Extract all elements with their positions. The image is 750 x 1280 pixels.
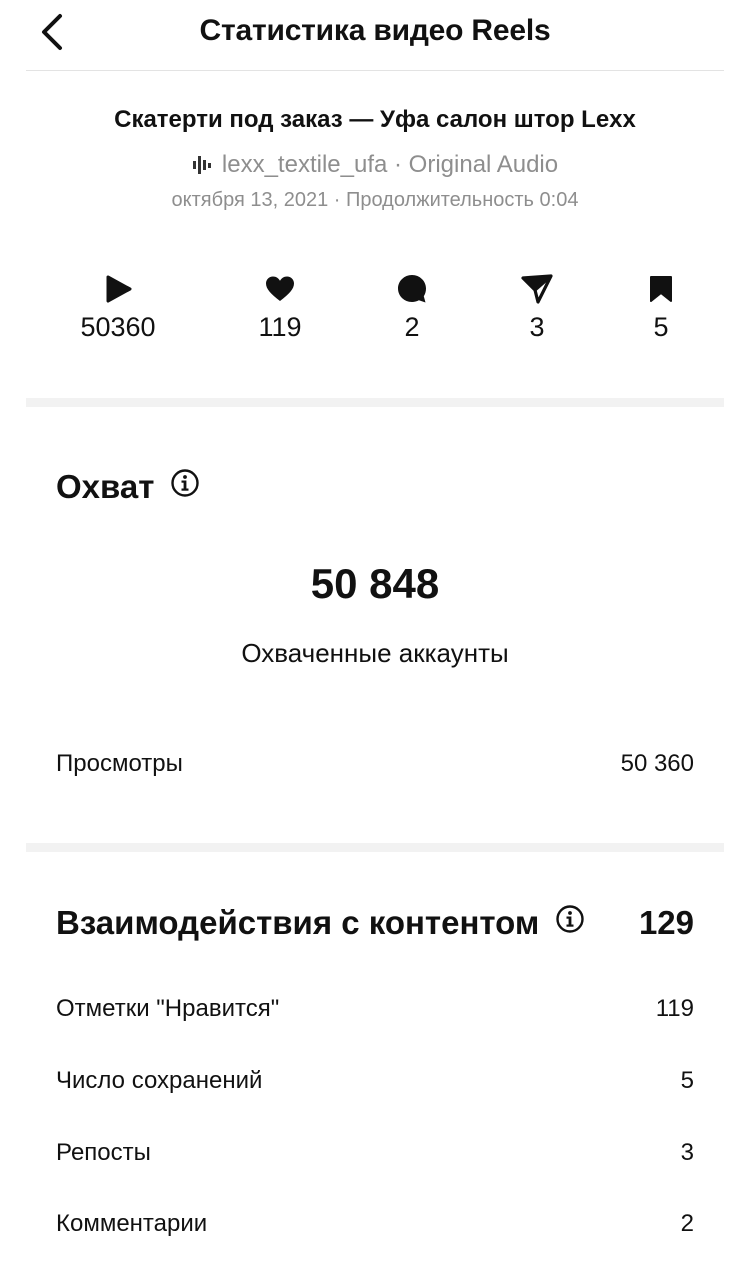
section-divider bbox=[26, 398, 724, 407]
views-row: Просмотры 50 360 bbox=[56, 750, 694, 778]
interaction-value: 5 bbox=[680, 1067, 694, 1094]
interaction-value: 2 bbox=[680, 1210, 694, 1237]
stat-comments: 2 bbox=[352, 272, 472, 343]
reach-heading-label: Охват bbox=[56, 468, 155, 505]
interactions-total: 129 bbox=[638, 904, 694, 941]
reel-meta: октября 13, 2021 · Продолжительность 0:0… bbox=[171, 189, 579, 211]
interaction-label: Число сохранений bbox=[56, 1067, 263, 1094]
views-value: 50 360 bbox=[620, 750, 694, 777]
info-icon[interactable] bbox=[555, 904, 585, 942]
interaction-value: 3 bbox=[680, 1139, 694, 1166]
send-icon bbox=[521, 274, 553, 304]
audio-label: lexx_textile_ufa · Original Audio bbox=[221, 151, 559, 178]
interaction-row-comments: Комментарии 2 bbox=[56, 1210, 694, 1238]
stat-likes: 119 bbox=[220, 272, 340, 343]
views-label: Просмотры bbox=[56, 750, 183, 777]
comment-icon bbox=[398, 275, 426, 303]
reach-number: 50 848 bbox=[310, 560, 440, 607]
reach-heading: Охват bbox=[56, 468, 200, 506]
bookmark-icon bbox=[650, 276, 672, 302]
interaction-label: Комментарии bbox=[56, 1210, 208, 1237]
stat-plays: 50360 bbox=[58, 272, 178, 343]
saves-count: 5 bbox=[653, 312, 669, 342]
audio-wave-icon bbox=[192, 154, 214, 182]
audio-row[interactable]: lexx_textile_ufa · Original Audio bbox=[0, 151, 750, 182]
interactions-heading: Взаимодействия с контентом 129 bbox=[56, 904, 694, 942]
interaction-label: Репосты bbox=[56, 1139, 151, 1166]
stat-saves: 5 bbox=[601, 272, 721, 343]
header: Статистика видео Reels bbox=[0, 0, 750, 70]
interaction-row-saves: Число сохранений 5 bbox=[56, 1067, 694, 1095]
header-divider bbox=[26, 70, 724, 71]
section-divider bbox=[26, 843, 724, 852]
stat-shares: 3 bbox=[477, 272, 597, 343]
likes-count: 119 bbox=[258, 312, 302, 342]
interaction-label: Отметки "Нравится" bbox=[56, 995, 280, 1022]
play-icon bbox=[106, 275, 132, 303]
interactions-heading-label: Взаимодействия с контентом bbox=[56, 904, 540, 941]
heart-icon bbox=[266, 276, 294, 301]
page-title: Статистика видео Reels bbox=[199, 14, 551, 47]
reach-label: Охваченные аккаунты bbox=[241, 638, 509, 668]
plays-count: 50360 bbox=[80, 312, 156, 342]
interaction-row-shares: Репосты 3 bbox=[56, 1139, 694, 1167]
interaction-row-likes: Отметки "Нравится" 119 bbox=[56, 995, 694, 1023]
info-icon[interactable] bbox=[170, 468, 200, 506]
interaction-value: 119 bbox=[655, 995, 694, 1022]
reel-title: Скатерти под заказ — Уфа салон штор Lexx bbox=[114, 106, 636, 133]
comments-count: 2 bbox=[404, 312, 420, 342]
shares-count: 3 bbox=[529, 312, 545, 342]
